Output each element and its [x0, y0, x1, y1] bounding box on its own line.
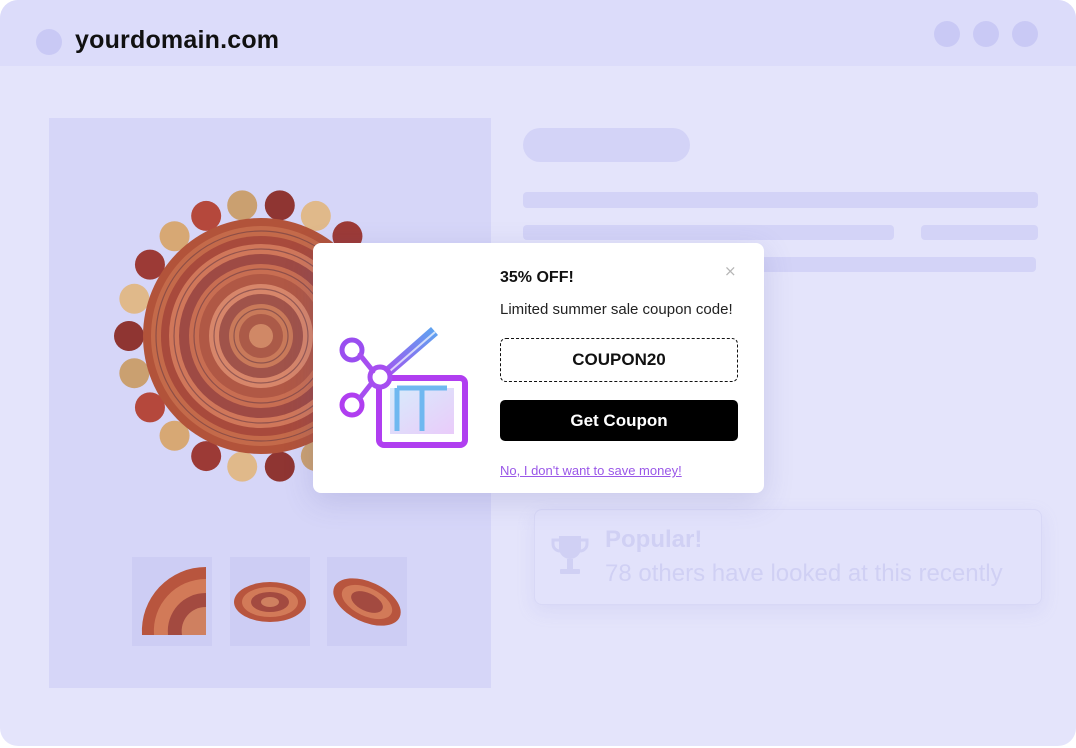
- rug-pompom: [300, 200, 331, 231]
- coupon-code-box[interactable]: COUPON20: [500, 338, 738, 382]
- rug-pompom: [119, 358, 150, 389]
- trophy-icon: [551, 532, 589, 585]
- rug-pompom: [227, 190, 258, 221]
- rug-pompom: [227, 451, 258, 482]
- window-control-2[interactable]: [973, 21, 999, 47]
- skeleton-title: [523, 128, 690, 162]
- rug-pompom: [191, 200, 222, 231]
- rug-pompom: [114, 321, 144, 351]
- skeleton-line-3: [921, 225, 1038, 240]
- rug-pompom: [264, 451, 295, 482]
- browser-window: yourdomain.com Popular! 78 others have l…: [0, 0, 1076, 746]
- scissors-coupon-icon: [335, 319, 475, 454]
- popular-notice: Popular! 78 others have looked at this r…: [534, 509, 1042, 605]
- coupon-popup: × 35% OFF! Limited summer sale coupon co…: [313, 243, 764, 493]
- get-coupon-button[interactable]: Get Coupon: [500, 400, 738, 441]
- skeleton-line-4: [760, 257, 1036, 272]
- thumbnail-3[interactable]: [327, 557, 407, 646]
- rug-thumbnail-2-image: [234, 582, 306, 622]
- window-control-3[interactable]: [1012, 21, 1038, 47]
- browser-titlebar: yourdomain.com: [0, 0, 1076, 66]
- popup-title: 35% OFF!: [500, 269, 574, 286]
- close-icon[interactable]: ×: [724, 262, 737, 280]
- favicon-dot: [36, 29, 62, 55]
- thumbnail-1[interactable]: [132, 557, 212, 646]
- skeleton-line-2: [523, 225, 894, 240]
- skeleton-line-1: [523, 192, 1038, 208]
- popular-text: 78 others have looked at this recently: [605, 560, 1003, 587]
- rug-thumbnail-3-image: [333, 578, 401, 626]
- rug-pompom: [191, 441, 222, 472]
- decline-link[interactable]: No, I don't want to save money!: [500, 463, 682, 478]
- window-control-1[interactable]: [934, 21, 960, 47]
- rug-thumbnail-1-image: [141, 566, 206, 635]
- rug-pompom: [119, 283, 150, 314]
- domain-label: yourdomain.com: [75, 26, 280, 54]
- rug-pompom: [264, 190, 295, 221]
- popup-subtitle: Limited summer sale coupon code!: [500, 301, 733, 318]
- thumbnail-2[interactable]: [230, 557, 310, 646]
- popular-title: Popular!: [605, 526, 703, 553]
